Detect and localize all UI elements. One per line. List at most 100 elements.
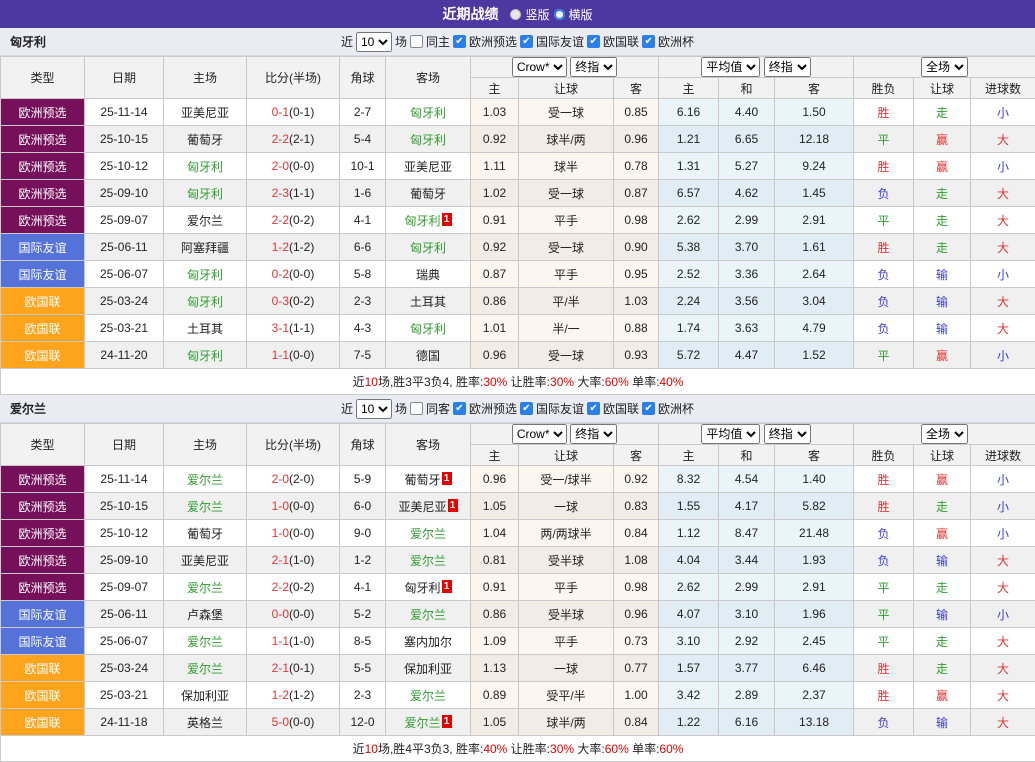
league-label[interactable]: 国际友谊 — [536, 400, 584, 417]
handicap-result-cell: 赢 — [914, 682, 971, 709]
league-label[interactable]: 欧国联 — [603, 33, 639, 50]
avg-home-odds-cell: 3.42 — [659, 682, 719, 709]
half-time-score: (0-0) — [289, 607, 314, 621]
match-count-select[interactable]: 10 — [356, 32, 392, 52]
date-cell: 25-03-21 — [85, 682, 164, 709]
corner-cell: 9-0 — [340, 520, 386, 547]
same-venue-checkbox[interactable] — [410, 35, 423, 48]
home-team-cell: 土耳其 — [164, 315, 247, 342]
league-checkbox[interactable]: ✔ — [642, 35, 655, 48]
full-match-select[interactable]: 全场 — [921, 424, 968, 444]
layout-radio-group: 竖版 横版 — [510, 6, 592, 23]
league-label[interactable]: 国际友谊 — [536, 33, 584, 50]
league-checkbox[interactable]: ✔ — [587, 35, 600, 48]
league-label[interactable]: 欧国联 — [603, 400, 639, 417]
avg-home-odds-cell: 2.62 — [659, 574, 719, 601]
summary-value: 60% — [605, 375, 629, 389]
score-cell: 2-2(0-2) — [247, 574, 340, 601]
corner-cell: 4-1 — [340, 574, 386, 601]
half-time-score: (1-0) — [289, 634, 314, 648]
handicap-result-cell: 走 — [914, 234, 971, 261]
final-odds-select[interactable]: 终指 — [570, 57, 617, 77]
avg-home-odds-cell: 5.38 — [659, 234, 719, 261]
competition-type-badge: 欧洲预选 — [1, 493, 85, 520]
average-odds-select[interactable]: 平均值 — [701, 424, 760, 444]
away-team-name: 匈牙利 — [410, 322, 446, 336]
avg-away-odds-cell: 2.64 — [775, 261, 854, 288]
games-label: 场 — [395, 33, 407, 50]
league-checkbox[interactable]: ✔ — [642, 402, 655, 415]
league-checkbox[interactable]: ✔ — [520, 402, 533, 415]
summary-text: 近10场,胜4平3负3, 胜率:40% 让胜率:30% 大率:60% 单率:60… — [1, 736, 1035, 762]
final-odds-select[interactable]: 终指 — [570, 424, 617, 444]
column-header: 主场 — [164, 57, 247, 99]
avg-draw-odds-cell: 5.27 — [719, 153, 775, 180]
corner-cell: 4-3 — [340, 315, 386, 342]
same-venue-label[interactable]: 同主 — [426, 33, 450, 50]
match-count-select[interactable]: 10 — [356, 399, 392, 419]
same-venue-checkbox[interactable] — [410, 402, 423, 415]
away-team-cell: 葡萄牙 — [386, 180, 471, 207]
away-team-cell: 德国 — [386, 342, 471, 369]
league-label[interactable]: 欧洲杯 — [658, 33, 694, 50]
column-header: 角球 — [340, 424, 386, 466]
match-result-cell: 负 — [854, 315, 914, 342]
home-team-cell: 匈牙利 — [164, 153, 247, 180]
home-team-name: 阿塞拜疆 — [181, 241, 229, 255]
league-checkbox[interactable]: ✔ — [453, 402, 466, 415]
home-team-name: 土耳其 — [187, 322, 223, 336]
odds-source-select[interactable]: Crow* — [512, 57, 567, 77]
vertical-radio-icon[interactable] — [510, 9, 521, 20]
full-match-group-header: 全场 — [854, 57, 1035, 78]
match-result-cell: 平 — [854, 574, 914, 601]
corner-cell: 8-5 — [340, 628, 386, 655]
league-checkbox[interactable]: ✔ — [587, 402, 600, 415]
average-odds-select[interactable]: 平均值 — [701, 57, 760, 77]
competition-type-badge: 欧洲预选 — [1, 126, 85, 153]
score-cell: 0-2(0-0) — [247, 261, 340, 288]
horizontal-radio-label[interactable]: 横版 — [569, 6, 593, 23]
avg-final-odds-select[interactable]: 终指 — [764, 424, 811, 444]
crow-away-odds-cell: 0.83 — [614, 493, 659, 520]
horizontal-radio-icon[interactable] — [554, 9, 565, 20]
crow-handicap-cell: 受平/半 — [519, 682, 614, 709]
crow-away-odds-cell: 0.78 — [614, 153, 659, 180]
summary-label: 近 — [353, 375, 365, 389]
avg-final-odds-select[interactable]: 终指 — [764, 57, 811, 77]
league-checkbox[interactable]: ✔ — [520, 35, 533, 48]
home-team-cell: 英格兰 — [164, 709, 247, 736]
column-header: 类型 — [1, 57, 85, 99]
odds-source-select[interactable]: Crow* — [512, 424, 567, 444]
away-team-cell: 爱尔兰1 — [386, 709, 471, 736]
corner-cell: 7-5 — [340, 342, 386, 369]
away-team-name: 德国 — [416, 349, 440, 363]
home-team-cell: 亚美尼亚 — [164, 547, 247, 574]
avg-draw-odds-cell: 2.89 — [719, 682, 775, 709]
league-label[interactable]: 欧洲杯 — [658, 400, 694, 417]
home-team-name: 爱尔兰 — [187, 500, 223, 514]
goals-result-cell: 大 — [971, 234, 1035, 261]
competition-type-badge: 欧洲预选 — [1, 207, 85, 234]
crow-handicap-cell: 球半/两 — [519, 126, 614, 153]
avg-draw-odds-cell: 4.40 — [719, 99, 775, 126]
date-cell: 25-06-11 — [85, 234, 164, 261]
league-label[interactable]: 欧洲预选 — [469, 400, 517, 417]
goals-result-cell: 小 — [971, 261, 1035, 288]
league-checkbox[interactable]: ✔ — [453, 35, 466, 48]
match-result-cell: 胜 — [854, 153, 914, 180]
league-label[interactable]: 欧洲预选 — [469, 33, 517, 50]
full-time-score: 0-1 — [272, 105, 289, 119]
home-team-name: 匈牙利 — [187, 268, 223, 282]
goals-result-cell: 小 — [971, 601, 1035, 628]
same-venue-label[interactable]: 同客 — [426, 400, 450, 417]
avg-away-odds-cell: 9.24 — [775, 153, 854, 180]
home-team-name: 爱尔兰 — [187, 214, 223, 228]
full-match-select[interactable]: 全场 — [921, 57, 968, 77]
competition-type-badge: 欧洲预选 — [1, 520, 85, 547]
avg-home-odds-cell: 1.55 — [659, 493, 719, 520]
table-row: 欧洲预选25-10-12匈牙利2-0(0-0)10-1亚美尼亚1.11球半0.7… — [1, 153, 1035, 180]
avg-home-odds-cell: 8.32 — [659, 466, 719, 493]
crow-away-odds-cell: 0.96 — [614, 601, 659, 628]
full-time-score: 0-0 — [272, 607, 289, 621]
vertical-radio-label[interactable]: 竖版 — [525, 6, 549, 23]
